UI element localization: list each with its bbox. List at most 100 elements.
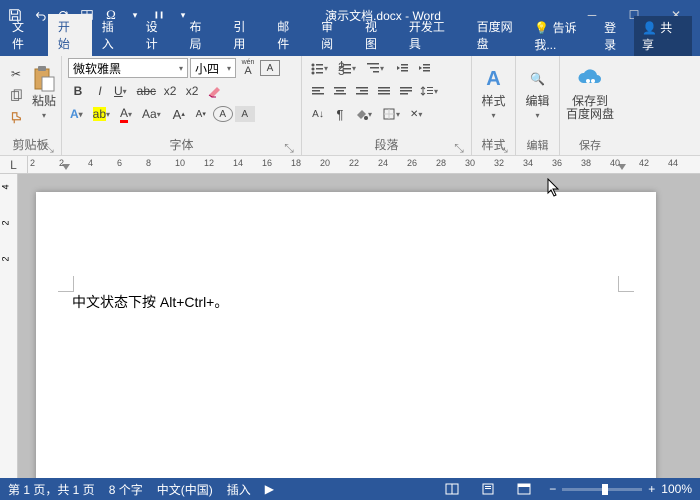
format-painter-icon[interactable]: [6, 108, 26, 128]
horizontal-ruler[interactable]: L 22468101214161820222426283032343638404…: [0, 156, 700, 174]
shrink-font-icon[interactable]: A▾: [191, 104, 211, 124]
phonetic-guide-icon[interactable]: wénA: [238, 58, 258, 78]
vertical-ruler[interactable]: 4 2 2: [0, 174, 18, 478]
bold-button[interactable]: B: [68, 81, 88, 101]
ruler-tick: 44: [668, 158, 678, 168]
tab-home[interactable]: 开始: [48, 14, 92, 56]
decrease-indent-icon[interactable]: [392, 58, 412, 78]
status-words[interactable]: 8 个字: [109, 481, 143, 498]
login-link[interactable]: 登录: [604, 19, 628, 53]
group-editing: 🔍编辑▾ 编辑: [516, 56, 560, 155]
borders-icon[interactable]: ▾: [380, 104, 406, 124]
copy-icon[interactable]: [6, 86, 26, 106]
tab-file[interactable]: 文件: [0, 14, 48, 56]
ruler-vtick: 2: [1, 220, 11, 225]
line-spacing-icon[interactable]: ▾: [418, 81, 444, 101]
asian-layout-icon[interactable]: ✕▾: [408, 104, 428, 124]
clipboard-launcher-icon[interactable]: ⤡: [43, 141, 55, 153]
ruler-vtick: 2: [1, 256, 11, 261]
view-print-icon[interactable]: [477, 480, 499, 498]
svg-text:3: 3: [338, 64, 345, 75]
align-left-icon[interactable]: [308, 81, 328, 101]
clear-format-icon[interactable]: [204, 81, 224, 101]
group-styles: A样式▾ 样式⤡: [472, 56, 516, 155]
status-page[interactable]: 第 1 页，共 1 页: [8, 481, 95, 498]
tab-review[interactable]: 审阅: [311, 14, 355, 56]
superscript-button[interactable]: x2: [182, 81, 202, 101]
grow-font-icon[interactable]: A▴: [169, 104, 189, 124]
font-launcher-icon[interactable]: ⤡: [283, 141, 295, 153]
status-macro-icon[interactable]: ▶: [265, 482, 274, 496]
character-border-icon[interactable]: A: [260, 60, 280, 76]
ruler-tick: 30: [465, 158, 475, 168]
shading-icon[interactable]: ▾: [352, 104, 378, 124]
text-effects-icon[interactable]: A▾: [68, 104, 89, 124]
numbering-icon[interactable]: 123▾: [336, 58, 362, 78]
tellme-icon[interactable]: 💡 告诉我...: [534, 19, 598, 53]
distribute-icon[interactable]: [396, 81, 416, 101]
align-right-icon[interactable]: [352, 81, 372, 101]
tab-layout[interactable]: 布局: [180, 14, 224, 56]
view-read-icon[interactable]: [441, 480, 463, 498]
ruler-tick: 2: [30, 158, 35, 168]
tab-developer[interactable]: 开发工具: [399, 14, 467, 56]
show-marks-icon[interactable]: ¶: [330, 104, 350, 124]
ruler-tick: 20: [320, 158, 330, 168]
share-button[interactable]: 👤 共享: [634, 16, 692, 56]
ruler-tick: 24: [378, 158, 388, 168]
tab-insert[interactable]: 插入: [92, 14, 136, 56]
status-mode[interactable]: 插入: [227, 481, 251, 498]
multilevel-list-icon[interactable]: ▾: [364, 58, 390, 78]
paste-button[interactable]: 粘贴▾: [30, 58, 58, 128]
sort-icon[interactable]: A↓: [308, 104, 328, 124]
zoom-out-button[interactable]: −: [549, 482, 556, 496]
font-name-combo[interactable]: 微软雅黑▾: [68, 58, 188, 78]
group-label-paragraph: 段落⤡: [308, 134, 465, 155]
svg-text:1: 1: [338, 61, 345, 70]
italic-button[interactable]: I: [90, 81, 110, 101]
ruler-corner[interactable]: L: [0, 156, 28, 173]
highlight-icon[interactable]: ab▾: [91, 104, 116, 124]
subscript-button[interactable]: x2: [160, 81, 180, 101]
increase-indent-icon[interactable]: [414, 58, 434, 78]
tab-view[interactable]: 视图: [355, 14, 399, 56]
group-font: 微软雅黑▾ 小四▾ wénA A B I U▾ abc x2 x2 A▾ ab▾…: [62, 56, 302, 155]
editing-button[interactable]: 🔍编辑▾: [522, 58, 553, 128]
document-text[interactable]: 中文状态下按 Alt+Ctrl+。: [72, 292, 620, 312]
font-size-combo[interactable]: 小四▾: [190, 58, 236, 78]
styles-button[interactable]: A样式▾: [478, 58, 509, 128]
change-case-icon[interactable]: Aa▾: [140, 104, 167, 124]
tab-baidu[interactable]: 百度网盘: [467, 14, 535, 56]
page[interactable]: 中文状态下按 Alt+Ctrl+。: [36, 192, 656, 478]
ruler-tick: 16: [262, 158, 272, 168]
underline-button[interactable]: U▾: [112, 81, 133, 101]
zoom-level[interactable]: 100%: [661, 482, 692, 496]
ruler-tick: 38: [581, 158, 591, 168]
enclose-char-icon[interactable]: A: [213, 106, 233, 122]
page-scroll[interactable]: 中文状态下按 Alt+Ctrl+。: [18, 174, 700, 478]
margin-corner-tr: [618, 276, 634, 292]
bullets-icon[interactable]: ▾: [308, 58, 334, 78]
styles-launcher-icon[interactable]: ⤡: [497, 141, 509, 153]
zoom-in-button[interactable]: +: [648, 482, 655, 496]
group-baidu: 保存到百度网盘 保存: [560, 56, 620, 155]
view-web-icon[interactable]: [513, 480, 535, 498]
tab-design[interactable]: 设计: [136, 14, 180, 56]
justify-icon[interactable]: [374, 81, 394, 101]
ruler-vtick: 4: [1, 184, 11, 189]
baidu-save-button[interactable]: 保存到百度网盘: [566, 58, 614, 128]
align-center-icon[interactable]: [330, 81, 350, 101]
ruler-tick: 28: [436, 158, 446, 168]
strikethrough-button[interactable]: abc: [135, 81, 158, 101]
ruler-tick: 4: [88, 158, 93, 168]
ruler-tick: 32: [494, 158, 504, 168]
status-lang[interactable]: 中文(中国): [157, 481, 213, 498]
ruler-tick: 18: [291, 158, 301, 168]
tab-mailings[interactable]: 邮件: [267, 14, 311, 56]
cut-icon[interactable]: ✂: [6, 64, 26, 84]
zoom-slider[interactable]: [562, 488, 642, 491]
font-color-icon[interactable]: A▾: [118, 104, 138, 124]
tab-references[interactable]: 引用: [223, 14, 267, 56]
paragraph-launcher-icon[interactable]: ⤡: [453, 141, 465, 153]
char-shading-icon[interactable]: A: [235, 106, 255, 122]
